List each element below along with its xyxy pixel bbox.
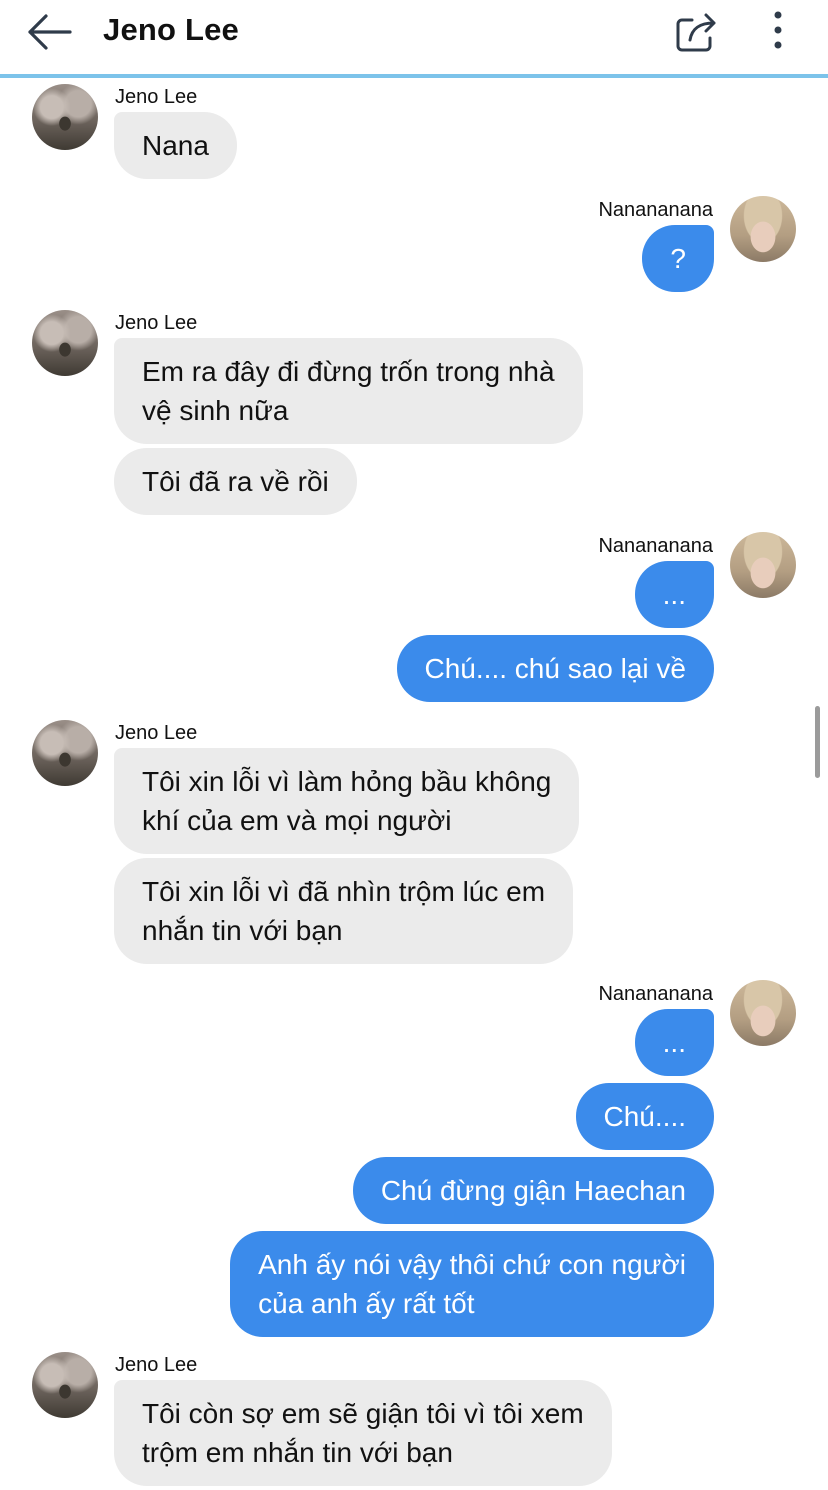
incoming-message[interactable]: Nana [114, 112, 237, 179]
outgoing-message[interactable]: Chú.... [575, 1083, 714, 1150]
share-button[interactable] [672, 8, 722, 56]
outgoing-message[interactable]: ... [634, 1009, 714, 1076]
sender-name: Jeno Lee [115, 312, 198, 334]
incoming-message[interactable]: Tôi đã ra về rồi [114, 448, 357, 515]
avatar-nana[interactable] [730, 980, 796, 1046]
arrow-left-icon [28, 14, 72, 50]
incoming-message[interactable]: Tôi xin lỗi vì làm hỏng bầu không khí củ… [114, 748, 580, 854]
back-button[interactable] [22, 10, 78, 54]
sender-name: Jeno Lee [115, 722, 198, 744]
avatar-nana[interactable] [730, 196, 796, 262]
outgoing-message[interactable]: Chú.... chú sao lại về [396, 635, 714, 702]
sender-name: Jeno Lee [115, 86, 198, 108]
sender-name: Nanananana [598, 535, 713, 557]
avatar-jeno[interactable] [32, 84, 98, 150]
avatar-jeno[interactable] [32, 1352, 98, 1418]
sender-name: Nanananana [598, 199, 713, 221]
outgoing-message[interactable]: Chú đừng giận Haechan [352, 1157, 714, 1224]
outgoing-message[interactable]: ... [634, 561, 714, 628]
more-options-button[interactable] [760, 8, 796, 56]
sender-name: Jeno Lee [115, 1354, 198, 1376]
avatar-jeno[interactable] [32, 720, 98, 786]
scrollbar[interactable] [815, 706, 820, 778]
incoming-message[interactable]: Em ra đây đi đừng trốn trong nhà vệ sinh… [114, 338, 583, 444]
incoming-message[interactable]: Tôi còn sợ em sẽ giận tôi vì tôi xem trộ… [114, 1380, 612, 1486]
chat-title: Jeno Lee [103, 12, 239, 47]
avatar-jeno[interactable] [32, 310, 98, 376]
outgoing-message[interactable]: ? [642, 225, 714, 292]
share-icon [676, 13, 716, 52]
outgoing-message[interactable]: Anh ấy nói vậy thôi chứ con người của an… [230, 1231, 714, 1337]
more-vertical-icon [774, 11, 782, 49]
incoming-message[interactable]: Tôi xin lỗi vì đã nhìn trộm lúc em nhắn … [114, 858, 574, 964]
sender-name: Nanananana [598, 983, 713, 1005]
chat-header: Jeno Lee [0, 0, 828, 78]
avatar-nana[interactable] [730, 532, 796, 598]
